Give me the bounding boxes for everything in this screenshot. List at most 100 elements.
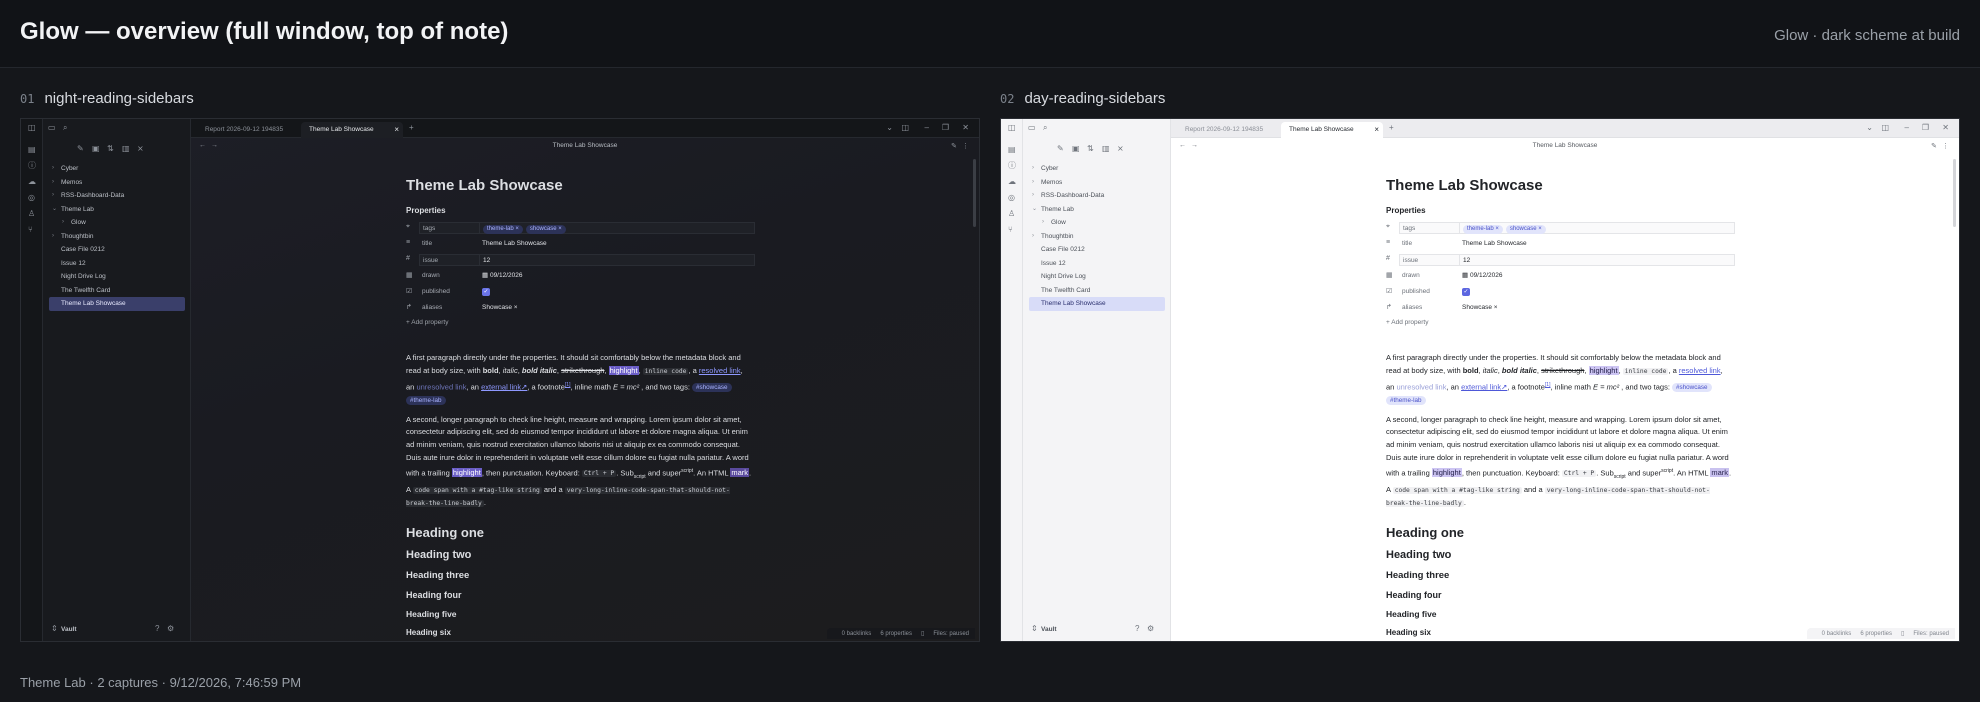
split-view-icon[interactable]: ◫ [901, 123, 909, 132]
footnote-ref[interactable]: [1] [1545, 382, 1551, 388]
resolved-link[interactable]: resolved link [1679, 366, 1721, 375]
cloud-icon[interactable]: ☁ [28, 178, 36, 186]
property-value[interactable]: Theme Lab Showcase [479, 238, 755, 250]
unresolved-link[interactable]: unresolved link [416, 382, 466, 391]
property-value[interactable]: ▦ 09/12/2026 [1459, 270, 1735, 282]
new-note-icon[interactable]: ✎ [1057, 145, 1064, 153]
settings-icon[interactable]: ⚙ [1147, 624, 1154, 633]
close-tab-icon[interactable]: × [394, 125, 399, 134]
sort-icon[interactable]: ⇅ [107, 145, 114, 153]
info-icon[interactable]: ⓘ [28, 162, 36, 170]
property-key[interactable]: published [1399, 286, 1464, 298]
property-key[interactable]: issue [419, 254, 484, 266]
search-icon[interactable]: ⌕ [63, 124, 67, 132]
property-value[interactable]: Theme Lab Showcase [1459, 238, 1735, 250]
external-link[interactable]: external link↗ [1461, 382, 1507, 391]
published-checkbox[interactable]: ✓ [482, 288, 490, 297]
property-key[interactable]: drawn [419, 270, 484, 282]
more-options-icon[interactable]: ⋮ [1942, 142, 1949, 150]
property-value[interactable]: theme-lab × showcase × [1459, 222, 1735, 234]
split-view-icon[interactable]: ◫ [1881, 123, 1889, 132]
branch-icon[interactable]: ⑂ [28, 226, 33, 234]
collapse-icon[interactable]: ▥ [1102, 145, 1110, 153]
close-all-icon[interactable]: ⨯ [137, 145, 144, 153]
files-status[interactable]: Files: paused [1913, 631, 1949, 637]
external-link[interactable]: external link↗ [481, 382, 527, 391]
property-key[interactable]: aliases [419, 302, 484, 314]
tag-pill[interactable]: #showcase [692, 383, 732, 393]
tree-item-night-drive-log[interactable]: Night Drive Log [49, 270, 185, 284]
tree-item-rss[interactable]: › RSS-Dashboard-Data [49, 189, 185, 203]
tree-item-case-file[interactable]: Case File 0212 [49, 243, 185, 257]
property-value[interactable]: 12 [479, 254, 755, 266]
vault-name[interactable]: Vault [61, 626, 77, 633]
property-value[interactable]: Showcase × [479, 302, 755, 314]
property-key[interactable]: tags [419, 222, 484, 234]
new-note-icon[interactable]: ✎ [77, 145, 84, 153]
unresolved-link[interactable]: unresolved link [1396, 382, 1446, 391]
more-options-icon[interactable]: ⋮ [962, 142, 969, 150]
book-icon[interactable]: ▯ [1901, 631, 1904, 637]
chevron-down-icon[interactable]: ⌄ [886, 123, 893, 132]
tag-chip[interactable]: theme-lab × [483, 225, 523, 234]
tree-item-cyber[interactable]: › Cyber [49, 162, 185, 176]
scrollbar[interactable] [973, 159, 976, 227]
sidebar-toggle-icon[interactable]: ◫ [28, 124, 36, 132]
search-icon[interactable]: ⌕ [1043, 124, 1047, 132]
tree-item-twelfth-card[interactable]: The Twelfth Card [49, 284, 185, 298]
property-key[interactable]: tags [1399, 222, 1464, 234]
tree-item-theme-lab[interactable]: ⌄ Theme Lab [49, 203, 185, 217]
property-key[interactable]: title [419, 238, 484, 250]
tab-report[interactable]: Report 2026-09-12 194835 [1177, 122, 1281, 138]
sort-icon[interactable]: ⇅ [1087, 145, 1094, 153]
tree-item-theme-lab-showcase[interactable]: Theme Lab Showcase [1029, 297, 1165, 311]
info-icon[interactable]: ⓘ [1008, 162, 1016, 170]
tab-theme-lab-showcase[interactable]: Theme Lab Showcase × [301, 122, 403, 138]
compass-icon[interactable]: ◎ [28, 194, 35, 202]
new-folder-icon[interactable]: ▣ [1072, 145, 1080, 153]
tree-item-theme-lab[interactable]: ⌄ Theme Lab [1029, 203, 1165, 217]
tree-item-night-drive-log[interactable]: Night Drive Log [1029, 270, 1165, 284]
tag-chip[interactable]: showcase × [1505, 225, 1546, 234]
tab-theme-lab-showcase[interactable]: Theme Lab Showcase × [1281, 122, 1383, 138]
person-icon[interactable]: ♙ [1008, 210, 1015, 218]
edit-icon[interactable]: ✎ [951, 142, 957, 150]
tree-item-glow[interactable]: › Glow [49, 216, 185, 230]
tree-item-rss[interactable]: › RSS-Dashboard-Data [1029, 189, 1165, 203]
tree-item-glow[interactable]: › Glow [1029, 216, 1165, 230]
property-key[interactable]: title [1399, 238, 1464, 250]
minimize-icon[interactable]: – [1905, 123, 1909, 132]
file-icon[interactable]: ▤ [1008, 146, 1016, 154]
property-value[interactable]: Showcase × [1459, 302, 1735, 314]
property-key[interactable]: issue [1399, 254, 1464, 266]
footnote-ref[interactable]: [1] [565, 382, 571, 388]
folder-icon[interactable]: ▭ [48, 124, 56, 132]
tree-item-cyber[interactable]: › Cyber [1029, 162, 1165, 176]
property-value[interactable]: 12 [1459, 254, 1735, 266]
tag-pill[interactable]: #theme-lab [1386, 395, 1426, 405]
close-window-icon[interactable]: ✕ [1942, 123, 1949, 132]
tree-item-thoughtbin[interactable]: › Thoughtbin [1029, 230, 1165, 244]
property-key[interactable]: drawn [1399, 270, 1464, 282]
add-property-button[interactable]: + Add property [406, 319, 752, 326]
new-folder-icon[interactable]: ▣ [92, 145, 100, 153]
vault-switcher-icon[interactable]: ⇕ [1031, 624, 1038, 633]
sidebar-toggle-icon[interactable]: ◫ [1008, 124, 1016, 132]
new-tab-icon[interactable]: + [1389, 123, 1394, 132]
tree-item-theme-lab-showcase[interactable]: Theme Lab Showcase [49, 297, 185, 311]
tree-item-issue-12[interactable]: Issue 12 [49, 257, 185, 271]
published-checkbox[interactable]: ✓ [1462, 288, 1470, 297]
backlinks-count[interactable]: 0 backlinks [842, 631, 872, 637]
properties-count[interactable]: 6 properties [880, 631, 912, 637]
add-property-button[interactable]: + Add property [1386, 319, 1732, 326]
minimize-icon[interactable]: – [925, 123, 929, 132]
book-icon[interactable]: ▯ [921, 631, 924, 637]
file-icon[interactable]: ▤ [28, 146, 36, 154]
maximize-icon[interactable]: ❐ [942, 123, 949, 132]
tree-item-memos[interactable]: › Memos [1029, 176, 1165, 190]
chevron-down-icon[interactable]: ⌄ [1866, 123, 1873, 132]
tab-report[interactable]: Report 2026-09-12 194835 [197, 122, 301, 138]
cloud-icon[interactable]: ☁ [1008, 178, 1016, 186]
files-status[interactable]: Files: paused [933, 631, 969, 637]
property-key[interactable]: published [419, 286, 484, 298]
